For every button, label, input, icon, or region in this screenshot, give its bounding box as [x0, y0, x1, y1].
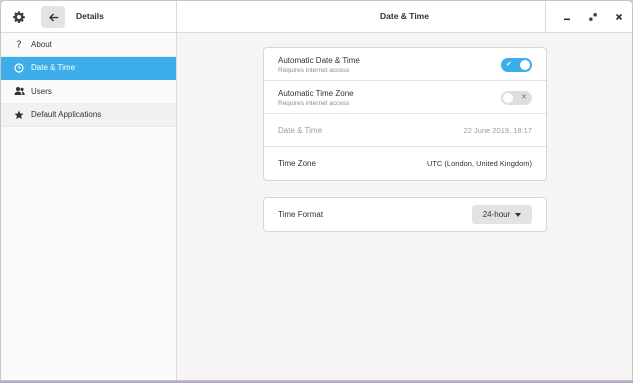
- time-format-row: Time Format 24-hour: [264, 198, 546, 231]
- maximize-icon: [589, 13, 597, 21]
- sidebar-item-date-time[interactable]: Date & Time: [1, 56, 176, 80]
- date-time-label: Date & Time: [278, 126, 323, 135]
- auto-date-toggle[interactable]: ✔: [501, 58, 532, 72]
- time-format-label: Time Format: [278, 210, 324, 219]
- auto-zone-label: Automatic Time Zone: [278, 89, 354, 98]
- question-icon: ?: [13, 38, 25, 50]
- auto-zone-sublabel: Requires internet access: [278, 100, 350, 107]
- sidebar-item-label: Date & Time: [31, 63, 76, 73]
- sidebar-item-label: About: [31, 39, 52, 49]
- sidebar-item-label: Users: [31, 86, 52, 96]
- auto-date-sublabel: Requires internet access: [278, 67, 350, 74]
- date-time-value: 22 June 2019, 18:17: [463, 126, 532, 135]
- settings-window: Details Date & Time ? About Date & Time …: [0, 0, 633, 381]
- sidebar-item-users[interactable]: Users: [1, 80, 176, 104]
- page-title: Date & Time: [380, 11, 429, 21]
- back-button[interactable]: [41, 6, 65, 28]
- sidebar: ? About Date & Time Users Default Applic…: [1, 33, 177, 380]
- close-icon: [615, 13, 623, 21]
- gear-icon[interactable]: [7, 6, 31, 28]
- sidebar-title: Details: [76, 11, 104, 21]
- star-icon: [13, 109, 25, 121]
- main-content: Automatic Date & Time Requires internet …: [178, 33, 632, 380]
- header-divider: [545, 1, 546, 33]
- toggle-knob: [520, 60, 530, 70]
- sidebar-item-default-applications[interactable]: Default Applications: [1, 103, 176, 127]
- users-icon: [13, 85, 25, 97]
- sidebar-item-about[interactable]: ? About: [1, 33, 176, 57]
- check-icon: ✔: [506, 61, 512, 68]
- time-zone-label: Time Zone: [278, 159, 316, 168]
- auto-zone-toggle[interactable]: ✕: [501, 91, 532, 105]
- auto-date-label: Automatic Date & Time: [278, 56, 360, 65]
- window-controls: [545, 1, 632, 33]
- cross-icon: ✕: [521, 94, 527, 101]
- time-zone-value[interactable]: UTC (London, United Kingdom): [427, 159, 532, 168]
- sidebar-header: Details: [1, 1, 177, 33]
- time-zone-row[interactable]: Time Zone UTC (London, United Kingdom): [264, 147, 546, 180]
- time-format-selected: 24-hour: [482, 210, 511, 219]
- clock-icon: [13, 62, 25, 74]
- svg-text:?: ?: [16, 40, 21, 50]
- datetime-card: Automatic Date & Time Requires internet …: [263, 47, 547, 181]
- main-header: Date & Time: [177, 1, 632, 33]
- header-bar: Details Date & Time: [1, 1, 632, 33]
- time-format-card: Time Format 24-hour: [263, 197, 547, 232]
- date-time-row: Date & Time 22 June 2019, 18:17: [264, 114, 546, 147]
- close-button[interactable]: [606, 6, 632, 28]
- maximize-button[interactable]: [580, 6, 606, 28]
- minimize-button[interactable]: [554, 6, 580, 28]
- sidebar-item-label: Default Applications: [31, 110, 102, 120]
- toggle-knob: [503, 93, 513, 103]
- minimize-icon: [564, 18, 570, 21]
- auto-date-row: Automatic Date & Time Requires internet …: [264, 48, 546, 81]
- arrow-left-icon: [48, 13, 58, 21]
- caret-down-icon: [515, 212, 522, 217]
- auto-zone-row: Automatic Time Zone Requires internet ac…: [264, 81, 546, 114]
- time-format-dropdown[interactable]: 24-hour: [472, 205, 532, 224]
